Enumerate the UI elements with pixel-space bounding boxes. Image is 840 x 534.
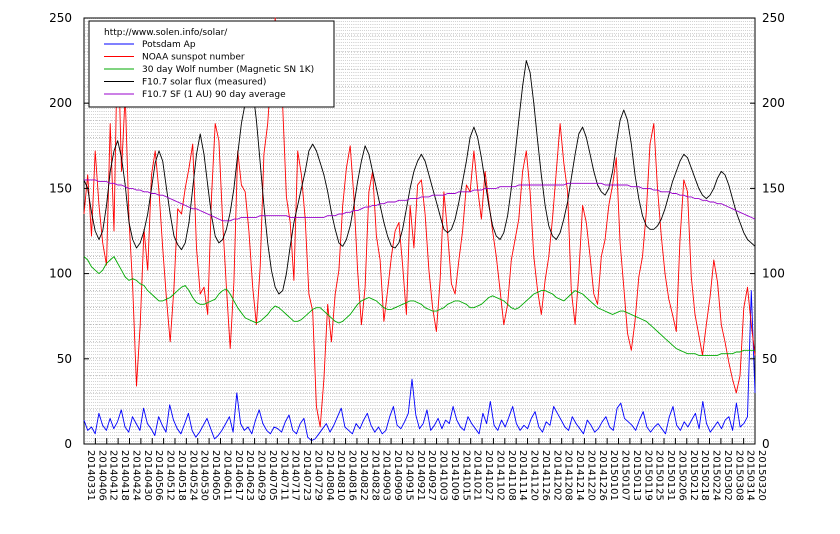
- y-tick-label-right: 0: [762, 437, 770, 451]
- x-tick-label: 20140909: [392, 450, 403, 501]
- legend-label-1: NOAA sunspot number: [142, 53, 245, 63]
- x-tick-label: 20141208: [563, 450, 574, 501]
- y-tick-label-right: 200: [762, 96, 785, 110]
- x-tick-label: 20140418: [119, 450, 130, 501]
- x-tick-label: 20141009: [449, 450, 460, 501]
- x-tick-label: 20140915: [403, 450, 414, 501]
- legend: http://www.solen.info/solar/ Potsdam Ap N…: [88, 20, 335, 108]
- y-tick-label-right: 50: [762, 352, 777, 366]
- x-tick-label: 20150119: [642, 450, 653, 501]
- x-tick-label: 20150125: [654, 450, 665, 501]
- x-tick-label: 20140810: [335, 450, 346, 501]
- y-tick-label-right: 100: [762, 267, 785, 281]
- x-tick-label: 20140617: [233, 450, 244, 501]
- x-tick-label: 20141027: [483, 450, 494, 501]
- x-tick-label: 20140723: [301, 450, 312, 501]
- x-tick-label: 20140424: [130, 450, 141, 501]
- x-tick-label: 20141108: [506, 450, 517, 501]
- y-tick-label-right: 250: [762, 11, 785, 25]
- x-tick-label: 20140711: [278, 450, 289, 501]
- x-tick-label: 20140331: [85, 450, 96, 501]
- solar-activity-chart: 0 050 50100 100150 150200 200250 25020140331 20…: [0, 0, 840, 530]
- x-tick-label: 20140921: [415, 450, 426, 501]
- x-tick-label: 20150113: [631, 450, 642, 501]
- x-tick-label: 20150101: [608, 450, 619, 501]
- x-tick-label: 20140816: [347, 450, 358, 501]
- x-tick-label: 20140406: [96, 450, 107, 501]
- x-tick-label: 20150302: [722, 450, 733, 501]
- x-tick-label: 20140412: [108, 450, 119, 501]
- x-tick-label: 20150320: [756, 450, 767, 501]
- y-tick-label-left: 250: [49, 11, 72, 25]
- x-tick-label: 20140623: [244, 450, 255, 501]
- legend-label-2: 30 day Wolf number (Magnetic SN 1K): [142, 65, 314, 75]
- x-tick-label: 20150212: [688, 450, 699, 501]
- x-tick-label: 20150314: [745, 450, 756, 501]
- legend-label-0: Potsdam Ap: [142, 40, 196, 50]
- x-tick-label: 20150308: [733, 450, 744, 501]
- y-tick-label-left: 0: [64, 437, 72, 451]
- chart-container: 0 0 50 50 100 100 150 150 200 200 250 250 20140331 20…: [0, 0, 840, 530]
- x-tick-label: 20141021: [472, 450, 483, 501]
- x-tick-label: 20140822: [358, 450, 369, 501]
- legend-label-3: F10.7 solar flux (measured): [142, 78, 266, 88]
- x-tick-label: 20141015: [460, 450, 471, 501]
- y-tick-label-left: 200: [49, 96, 72, 110]
- x-tick-label: 20140611: [221, 450, 232, 501]
- x-tick-label: 20141202: [551, 450, 562, 501]
- y-tick-label-left: 150: [49, 181, 72, 195]
- x-tick-label: 20140927: [426, 450, 437, 501]
- x-tick-label: 20140605: [210, 450, 221, 501]
- x-tick-label: 20140506: [153, 450, 164, 501]
- x-tick-label: 20150131: [665, 450, 676, 501]
- x-tick-label: 20140903: [381, 450, 392, 501]
- x-tick-label: 20141214: [574, 450, 585, 501]
- x-tick-label: 20141102: [494, 450, 505, 501]
- legend-source: http://www.solen.info/solar/: [104, 28, 228, 38]
- legend-label-4: F10.7 SF (1 AU) 90 day average: [142, 90, 286, 100]
- x-tick-label: 20140729: [312, 450, 323, 501]
- y-tick-label-right: 150: [762, 181, 785, 195]
- x-tick-label: 20141226: [597, 450, 608, 501]
- x-tick-label: 20140705: [267, 450, 278, 501]
- x-tick-label: 20140430: [142, 450, 153, 501]
- x-tick-label: 20140524: [187, 450, 198, 501]
- x-tick-label: 20140512: [165, 450, 176, 501]
- x-tick-label: 20140629: [256, 450, 267, 501]
- x-tick-label: 20141120: [529, 450, 540, 501]
- x-tick-label: 20140804: [324, 450, 335, 501]
- x-tick-label: 20140717: [290, 450, 301, 501]
- x-tick-label: 20140518: [176, 450, 187, 501]
- x-tick-label: 20141126: [540, 450, 551, 501]
- x-tick-label: 20141114: [517, 450, 528, 501]
- x-tick-label: 20140530: [199, 450, 210, 501]
- x-tick-label: 20141220: [585, 450, 596, 501]
- x-tick-label: 20150224: [711, 450, 722, 501]
- y-tick-label-left: 50: [57, 352, 72, 366]
- y-tick-label-left: 100: [49, 267, 72, 281]
- x-tick-label: 20150206: [676, 450, 687, 501]
- x-tick-label: 20140828: [369, 450, 380, 501]
- x-tick-label: 20150107: [620, 450, 631, 501]
- x-tick-label: 20141003: [438, 450, 449, 501]
- x-tick-label: 20150218: [699, 450, 710, 501]
